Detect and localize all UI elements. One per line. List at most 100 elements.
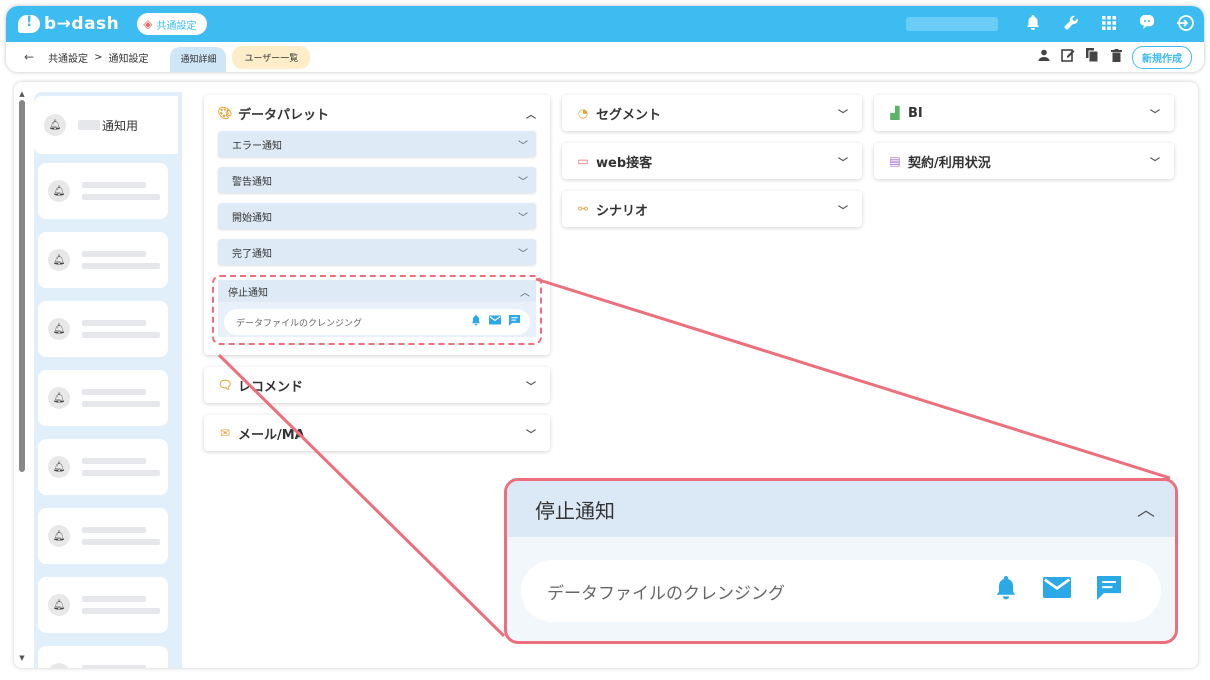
- chevron-down-icon[interactable]: ﹀: [1150, 106, 1160, 121]
- chevron-down-icon: ﹀: [518, 212, 528, 224]
- chevron-down-icon[interactable]: ﹀: [838, 106, 848, 121]
- accordion-bi[interactable]: ▟ BI ﹀: [874, 95, 1174, 131]
- mail-icon[interactable]: [489, 315, 501, 329]
- list-item[interactable]: 🔔︎: [38, 577, 168, 633]
- chat-message-icon: [1097, 575, 1121, 607]
- sub-accordion-error[interactable]: エラー通知 ﹀: [218, 131, 536, 157]
- accordion-header-web[interactable]: ▭ web接客 ﹀: [562, 143, 862, 179]
- breadcrumb-shared[interactable]: 共通設定: [48, 50, 88, 65]
- breadcrumb-bar: ← 共通設定 > 通知設定 通知詳細 ユーザー一覧 新規作成: [6, 42, 1204, 72]
- logout-icon[interactable]: [1176, 14, 1194, 34]
- tab-user-list[interactable]: ユーザー一覧: [232, 45, 311, 69]
- chevron-down-icon[interactable]: ﹀: [526, 378, 536, 393]
- logo-icon: [18, 14, 40, 33]
- breadcrumb-notification[interactable]: 通知設定: [108, 50, 148, 65]
- scroll-up-icon[interactable]: ▲: [18, 90, 26, 98]
- recommend-icon: 🗨︎: [217, 378, 233, 392]
- accordion-mail[interactable]: ✉︎ メール/MA ﹀: [204, 415, 550, 451]
- sub-accordion-stop[interactable]: 停止通知 ︿: [218, 280, 536, 302]
- list-item[interactable]: 🔔︎: [38, 301, 168, 357]
- bell-icon: 🔔︎: [48, 249, 70, 271]
- mail-icon: ✉︎: [219, 426, 231, 440]
- redacted-text: [82, 527, 160, 545]
- bell-icon[interactable]: [1024, 14, 1042, 34]
- redacted-text: [82, 182, 160, 200]
- trash-icon[interactable]: [1108, 48, 1124, 66]
- bell-icon: 🔔︎: [48, 387, 70, 409]
- sub-accordion-label: 警告通知: [232, 176, 272, 188]
- edit-icon[interactable]: [1060, 48, 1076, 66]
- notification-list: 🔔︎ 通知用 🔔︎ 🔔︎ 🔔︎ 🔔︎ 🔔︎ 🔔︎ �: [34, 92, 182, 668]
- chevron-down-icon[interactable]: ﹀: [838, 154, 848, 169]
- callout-body: データファイルのクレンジング: [507, 537, 1175, 622]
- redacted-text: [82, 251, 160, 269]
- accordion-contract[interactable]: ▤ 契約/利用状況 ﹀: [874, 143, 1174, 179]
- redacted-text: [78, 120, 100, 130]
- list-item[interactable]: 🔔︎: [38, 439, 168, 495]
- segment-icon: ◔: [577, 106, 589, 120]
- copy-icon[interactable]: [1084, 48, 1100, 66]
- accordion-title: web接客: [596, 155, 653, 171]
- wrench-icon[interactable]: [1062, 15, 1080, 34]
- list-item[interactable]: 🔔︎: [38, 163, 168, 219]
- chevron-down-icon: ﹀: [518, 248, 528, 260]
- chevron-down-icon[interactable]: ﹀: [838, 202, 848, 217]
- accordion-header-data-palette[interactable]: 🎨︎ データパレット ︿: [204, 95, 550, 131]
- accordion-header-contract[interactable]: ▤ 契約/利用状況 ﹀: [874, 143, 1174, 179]
- scroll-down-icon[interactable]: ▼: [18, 654, 26, 662]
- accordion-segment[interactable]: ◔ セグメント ﹀: [562, 95, 862, 131]
- accordion-header-bi[interactable]: ▟ BI ﹀: [874, 95, 1174, 131]
- sub-accordion-start[interactable]: 開始通知 ﹀: [218, 203, 536, 229]
- sub-accordion-complete[interactable]: 完了通知 ﹀: [218, 239, 536, 265]
- list-item[interactable]: 🔔︎: [38, 232, 168, 288]
- shared-settings-label: 共通設定: [156, 20, 197, 32]
- scroll-thumb[interactable]: [19, 100, 25, 472]
- redacted-text: [82, 596, 160, 614]
- chevron-up-icon[interactable]: ︿: [526, 106, 536, 121]
- app-header: b→dash ◈ 共通設定 ← 共通設定 >: [6, 6, 1204, 72]
- list-item-label: 通知用: [102, 118, 139, 133]
- accordion-header-mail[interactable]: ✉︎ メール/MA ﹀: [204, 415, 550, 451]
- bi-chart-icon: ▟: [890, 106, 900, 120]
- top-bar: b→dash ◈ 共通設定: [6, 6, 1204, 42]
- list-item[interactable]: 🔔︎: [38, 508, 168, 564]
- sub-accordion-warning[interactable]: 警告通知 ﹀: [218, 167, 536, 193]
- accordion-header-scenario[interactable]: ⚯ シナリオ ﹀: [562, 191, 862, 227]
- notification-row[interactable]: データファイルのクレンジング: [224, 309, 530, 335]
- chat-icon[interactable]: [1138, 13, 1156, 34]
- accordion-recommend[interactable]: 🗨︎ レコメンド ﹀: [204, 367, 550, 403]
- accordion-header-segment[interactable]: ◔ セグメント ﹀: [562, 95, 862, 131]
- monitor-icon: ▭: [577, 154, 589, 168]
- new-create-button[interactable]: 新規作成: [1132, 45, 1192, 69]
- bell-icon[interactable]: [471, 315, 481, 329]
- chevron-down-icon: ﹀: [518, 140, 528, 152]
- accordion-header-recommend[interactable]: 🗨︎ レコメンド ﹀: [204, 367, 550, 403]
- accordion-column-1: 🎨︎ データパレット ︿ エラー通知 ﹀ 警告通知 ﹀ 開始通知 ﹀ 完了通知 …: [204, 95, 550, 451]
- chevron-down-icon[interactable]: ﹀: [526, 426, 536, 441]
- accordion-title: セグメント: [596, 107, 662, 123]
- user-icon[interactable]: [1036, 49, 1052, 65]
- chevron-down-icon[interactable]: ﹀: [1150, 154, 1160, 169]
- list-item-active[interactable]: 🔔︎ 通知用: [34, 96, 178, 154]
- stop-notification-body: データファイルのクレンジング: [218, 302, 536, 337]
- accordion-column-2: ◔ セグメント ﹀ ▭ web接客 ﹀ ⚯ シナリオ ﹀: [562, 95, 862, 227]
- accordion-web[interactable]: ▭ web接客 ﹀: [562, 143, 862, 179]
- accordion-data-palette: 🎨︎ データパレット ︿ エラー通知 ﹀ 警告通知 ﹀ 開始通知 ﹀ 完了通知 …: [204, 95, 550, 355]
- redacted-text: [82, 665, 160, 668]
- bell-icon: 🔔︎: [48, 180, 70, 202]
- brand-name: b→dash: [44, 14, 120, 34]
- list-item[interactable]: 🔔︎: [38, 370, 168, 426]
- grid-icon[interactable]: [1100, 15, 1118, 33]
- shared-settings-badge[interactable]: ◈ 共通設定: [137, 13, 207, 35]
- user-name-redacted: [906, 17, 998, 31]
- chat-message-icon[interactable]: [509, 315, 520, 329]
- accordion-title: BI: [908, 105, 923, 121]
- accordion-scenario[interactable]: ⚯ シナリオ ﹀: [562, 191, 862, 227]
- topbar-actions: [906, 13, 1194, 34]
- tab-notification-detail[interactable]: 通知詳細: [170, 46, 227, 72]
- vertical-scrollbar[interactable]: ▲ ▼: [18, 90, 26, 662]
- brand-logo[interactable]: b→dash: [18, 14, 119, 34]
- bell-icon: 🔔︎: [44, 114, 66, 136]
- back-arrow-icon[interactable]: ←: [24, 50, 34, 64]
- list-item[interactable]: 🔔︎: [38, 646, 168, 668]
